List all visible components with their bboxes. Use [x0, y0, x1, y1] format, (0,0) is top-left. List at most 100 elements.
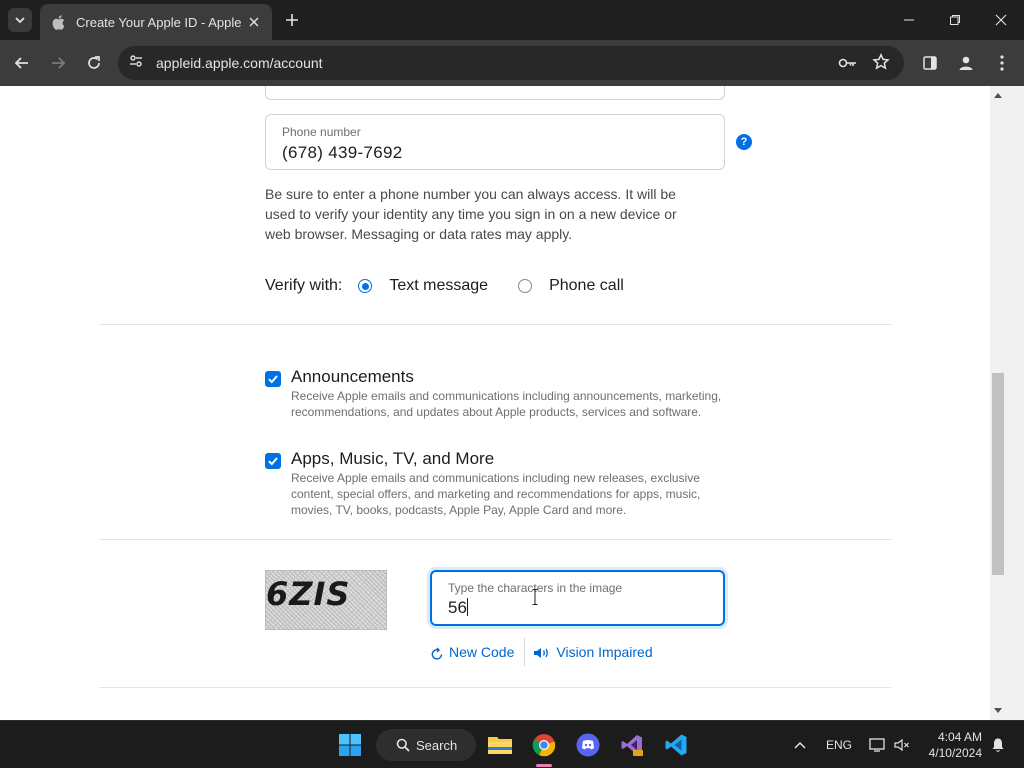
apps-music-tv-checkbox[interactable]: [265, 453, 281, 469]
checkmark-icon: [268, 375, 278, 384]
phone-number-label: Phone number: [282, 125, 361, 139]
visual-studio-icon: [621, 735, 643, 756]
captcha-actions: New Code Vision Impaired: [430, 638, 653, 666]
reload-button[interactable]: [82, 51, 106, 75]
announcements-description: Receive Apple emails and communications …: [291, 389, 722, 419]
help-question-icon[interactable]: ?: [736, 134, 752, 150]
close-window-button[interactable]: [978, 0, 1024, 40]
folder-icon: [488, 737, 512, 754]
language-indicator[interactable]: ENG: [826, 738, 852, 752]
windows-taskbar: Search ENG 4:04 AM 4/10/2024: [0, 720, 1024, 768]
taskbar-search[interactable]: Search: [376, 729, 476, 761]
captcha-input-field[interactable]: Type the characters in the image 56: [430, 570, 725, 626]
ibeam-cursor-icon: [532, 589, 538, 605]
actions-separator: [524, 638, 526, 666]
phone-number-field[interactable]: Phone number (678) 439-7692: [265, 114, 725, 170]
restore-button[interactable]: [932, 0, 978, 40]
restore-icon: [950, 15, 960, 25]
captcha-image-text: 6ZIS: [266, 575, 351, 613]
verify-with-label: Verify with:: [265, 277, 343, 294]
password-key-icon[interactable]: [838, 54, 858, 77]
page-scrollbar[interactable]: [990, 86, 1024, 720]
new-code-link[interactable]: New Code: [430, 643, 514, 661]
close-tab-icon[interactable]: [246, 14, 262, 30]
profile-icon: [959, 56, 973, 70]
apps-music-tv-description: Receive Apple emails and communications …: [291, 471, 701, 517]
bell-icon: [992, 738, 1004, 752]
captcha-typed-text[interactable]: 56: [448, 598, 467, 617]
site-info-icon[interactable]: [128, 53, 144, 74]
apps-music-tv-title[interactable]: Apps, Music, TV, and More: [291, 448, 735, 470]
bookmark-star-icon[interactable]: [872, 52, 890, 76]
browser-toolbar: appleid.apple.com/account: [0, 40, 1024, 86]
search-label: Search: [416, 737, 458, 753]
vision-impaired-label[interactable]: Vision Impaired: [556, 644, 652, 660]
url-text[interactable]: appleid.apple.com/account: [156, 55, 323, 71]
plus-icon: [286, 14, 298, 26]
clock[interactable]: 4:04 AM 4/10/2024: [918, 729, 982, 761]
browser-tab-bar: Create Your Apple ID - Apple: [0, 0, 1024, 40]
tab-search-button[interactable]: [8, 8, 32, 32]
side-panel-icon: [923, 56, 937, 70]
checkmark-icon: [268, 457, 278, 466]
text-caret: [466, 598, 468, 616]
verify-with-group: Verify with: Text message Phone call: [265, 275, 624, 297]
arrow-left-icon: [14, 57, 28, 69]
tray-overflow-button[interactable]: [784, 729, 816, 761]
notifications-button[interactable]: [982, 729, 1014, 761]
vscode-button[interactable]: [660, 729, 692, 761]
back-button[interactable]: [10, 51, 34, 75]
minimize-button[interactable]: [886, 0, 932, 40]
speaker-icon: [534, 648, 549, 658]
scrollbar-thumb[interactable]: [992, 373, 1004, 575]
minimize-icon: [904, 19, 914, 21]
refresh-icon: [431, 647, 443, 660]
chevron-up-icon: [794, 741, 806, 749]
captcha-input-value[interactable]: 56: [448, 598, 707, 618]
discord-icon: [576, 733, 600, 757]
section-divider: [99, 687, 891, 688]
volume-muted-icon: [894, 738, 909, 752]
new-code-label[interactable]: New Code: [449, 644, 514, 660]
close-icon: [995, 14, 1007, 26]
file-explorer-button[interactable]: [484, 729, 516, 761]
windows-logo-icon: [339, 734, 361, 756]
browser-tab-active[interactable]: Create Your Apple ID - Apple: [40, 4, 272, 40]
address-bar[interactable]: appleid.apple.com/account: [118, 46, 904, 80]
page-viewport: Phone number (678) 439-7692 ? Be sure to…: [0, 86, 990, 720]
active-app-indicator: [536, 764, 552, 767]
captcha-image: 6ZIS: [265, 570, 387, 630]
visual-studio-button[interactable]: [616, 729, 648, 761]
side-panel-button[interactable]: [918, 51, 942, 75]
clock-date: 4/10/2024: [928, 746, 982, 760]
phone-note: Be sure to enter a phone number you can …: [265, 186, 677, 242]
announcements-checkbox[interactable]: [265, 371, 281, 387]
section-divider: [99, 539, 891, 540]
search-icon: [396, 738, 410, 752]
start-button[interactable]: [334, 729, 366, 761]
chrome-button[interactable]: [528, 729, 560, 761]
new-tab-button[interactable]: [282, 10, 302, 30]
forward-button[interactable]: [46, 51, 70, 75]
vscode-icon: [665, 734, 687, 756]
volume-button[interactable]: [886, 729, 918, 761]
scroll-up-icon[interactable]: [992, 90, 1004, 100]
radio-text-message[interactable]: [358, 279, 373, 293]
announcements-title[interactable]: Announcements: [291, 366, 735, 388]
text-message-label[interactable]: Text message: [389, 277, 488, 295]
vision-impaired-link[interactable]: Vision Impaired: [533, 644, 653, 660]
discord-button[interactable]: [572, 729, 604, 761]
kebab-menu-icon: [1000, 55, 1004, 71]
arrow-right-icon: [52, 57, 66, 69]
phone-call-label[interactable]: Phone call: [549, 277, 624, 295]
radio-phone-call[interactable]: [518, 279, 533, 293]
captcha-field-label: Type the characters in the image: [448, 581, 623, 595]
chevron-down-icon: [15, 17, 25, 24]
scroll-down-icon[interactable]: [992, 706, 1004, 716]
previous-field-bottom[interactable]: [265, 86, 725, 100]
profile-button[interactable]: [954, 51, 978, 75]
clock-time: 4:04 AM: [937, 730, 982, 744]
menu-button[interactable]: [990, 51, 1014, 75]
section-divider: [99, 324, 891, 325]
phone-number-value[interactable]: (678) 439-7692: [282, 143, 708, 163]
